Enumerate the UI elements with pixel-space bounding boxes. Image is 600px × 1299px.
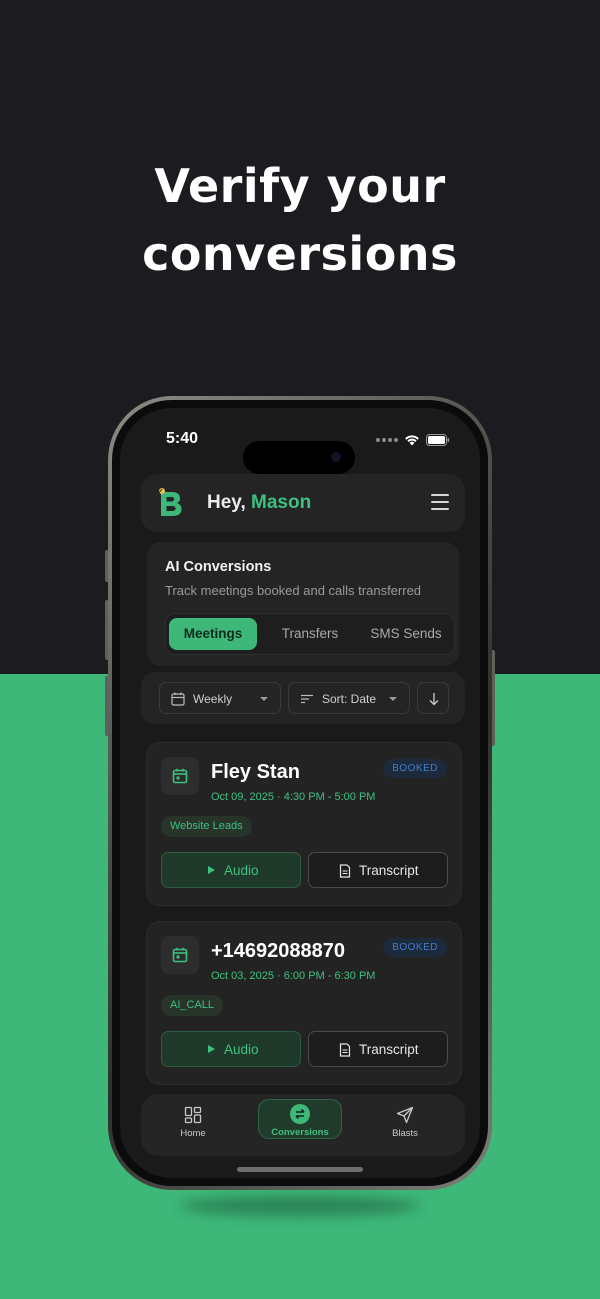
period-dropdown[interactable]: Weekly — [159, 682, 281, 714]
home-indicator — [237, 1167, 363, 1172]
status-bar: 5:40 — [120, 430, 480, 474]
nav-blasts-label: Blasts — [392, 1128, 418, 1139]
greeting-prefix: Hey, — [207, 492, 246, 513]
nav-home-label: Home — [180, 1128, 206, 1139]
phone-frame: 5:40 Hey, Mason AI Conversions Track mee… — [108, 396, 492, 1190]
dynamic-island — [243, 441, 355, 474]
transcript-label: Transcript — [359, 863, 419, 878]
promo-headline: Verify your conversions — [0, 152, 600, 288]
brand-logo-icon — [157, 488, 182, 516]
nav-home[interactable]: Home — [153, 1102, 233, 1146]
bottom-nav: Home Conversions Blasts — [141, 1094, 465, 1156]
calendar-icon — [171, 692, 185, 706]
battery-icon — [426, 434, 450, 446]
sort-dropdown[interactable]: Sort: Date — [288, 682, 410, 714]
conversion-tabs: Meetings Transfers SMS Sends — [165, 613, 455, 655]
sort-direction-button[interactable] — [417, 682, 449, 714]
phone-shadow — [180, 1196, 420, 1216]
conversion-card[interactable]: +14692088870 Oct 03, 2025 · 6:00 PM - 6:… — [146, 921, 462, 1085]
status-time: 5:40 — [166, 430, 199, 447]
audio-label: Audio — [224, 863, 259, 878]
swap-icon — [290, 1104, 310, 1124]
document-icon — [339, 1043, 351, 1057]
ai-conversions-card: AI Conversions Track meetings booked and… — [147, 542, 459, 666]
play-icon — [208, 1045, 215, 1053]
arrow-down-icon — [429, 693, 439, 706]
source-tag: Website Leads — [161, 816, 252, 837]
sort-icon — [301, 694, 313, 704]
document-icon — [339, 864, 351, 878]
contact-name: Fley Stan — [211, 761, 300, 783]
tab-sms-sends[interactable]: SMS Sends — [360, 618, 452, 650]
tab-transfers[interactable]: Transfers — [264, 618, 356, 650]
nav-blasts[interactable]: Blasts — [365, 1102, 445, 1146]
sort-label: Sort: Date — [322, 692, 377, 706]
grid-icon — [184, 1106, 202, 1124]
headline-line-1: Verify your — [154, 159, 446, 213]
audio-button[interactable]: Audio — [161, 852, 301, 888]
wifi-icon — [404, 434, 420, 446]
send-icon — [396, 1106, 414, 1124]
meeting-time: Oct 03, 2025 · 6:00 PM - 6:30 PM — [211, 970, 376, 982]
tab-meetings[interactable]: Meetings — [169, 618, 257, 650]
section-title: AI Conversions — [165, 559, 272, 575]
section-subtitle: Track meetings booked and calls transfer… — [165, 583, 422, 598]
contact-name: +14692088870 — [211, 940, 346, 962]
status-badge: BOOKED — [383, 759, 447, 778]
signal-icon — [376, 438, 398, 442]
transcript-label: Transcript — [359, 1042, 419, 1057]
transcript-button[interactable]: Transcript — [308, 852, 448, 888]
audio-button[interactable]: Audio — [161, 1031, 301, 1067]
chevron-down-icon — [389, 697, 397, 701]
nav-conversions-label: Conversions — [271, 1127, 329, 1138]
headline-line-2: conversions — [142, 227, 458, 281]
source-tag: AI_CALL — [161, 995, 224, 1016]
status-badge: BOOKED — [383, 938, 447, 957]
play-icon — [208, 866, 215, 874]
conversion-card[interactable]: Fley Stan Oct 09, 2025 · 4:30 PM - 5:00 … — [146, 742, 462, 906]
user-name: Mason — [251, 492, 312, 513]
transcript-button[interactable]: Transcript — [308, 1031, 448, 1067]
period-label: Weekly — [193, 692, 233, 706]
app-header: Hey, Mason — [141, 474, 465, 532]
calendar-icon — [161, 936, 199, 974]
greeting: Hey, Mason — [207, 492, 311, 514]
audio-label: Audio — [224, 1042, 259, 1057]
meeting-time: Oct 09, 2025 · 4:30 PM - 5:00 PM — [211, 791, 376, 803]
calendar-icon — [161, 757, 199, 795]
menu-icon[interactable] — [431, 494, 449, 510]
nav-conversions[interactable]: Conversions — [258, 1099, 342, 1139]
chevron-down-icon — [260, 697, 268, 701]
app-screen: 5:40 Hey, Mason AI Conversions Track mee… — [120, 408, 480, 1178]
filter-bar: Weekly Sort: Date — [141, 672, 465, 724]
